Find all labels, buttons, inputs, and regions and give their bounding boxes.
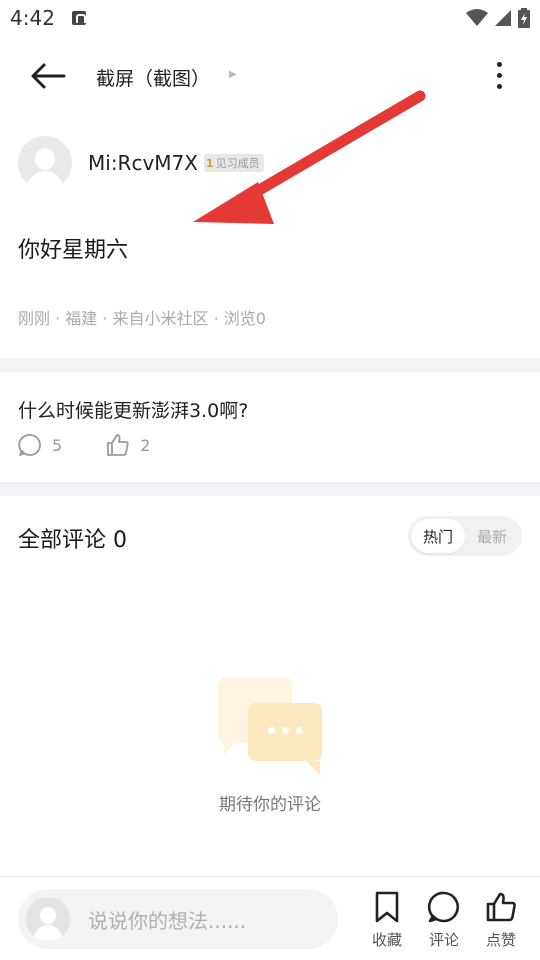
comment-placeholder: 说说你的想法......	[88, 908, 247, 933]
caret-right-icon: ▶	[229, 69, 237, 80]
arrow-left-icon	[31, 63, 66, 89]
like-button[interactable]: 点赞	[479, 891, 523, 950]
comment-icon	[18, 434, 41, 456]
a-notification-icon	[72, 11, 86, 25]
post-author: Mi:RcvM7X 1 见习成员	[18, 136, 264, 190]
more-dot	[496, 84, 502, 89]
related-post-title[interactable]: 什么时候能更新澎湃3.0啊?	[18, 396, 522, 423]
status-bar: 4:42	[0, 0, 540, 38]
avatar-body	[27, 171, 63, 190]
cell-signal-icon	[495, 10, 511, 26]
comment-icon	[427, 891, 460, 923]
avatar[interactable]	[18, 136, 72, 190]
app-bar: 截屏（截图） ▶	[0, 44, 540, 108]
user-avatar	[26, 897, 70, 941]
comment-label: 评论	[428, 931, 459, 949]
empty-comments-text: 期待你的评论	[219, 795, 321, 815]
back-button[interactable]	[28, 58, 68, 94]
post-meta: 刚刚 · 福建 · 来自小米社区 · 浏览0	[18, 309, 266, 328]
sort-hot-tab[interactable]: 热门	[411, 519, 465, 553]
like-label: 点赞	[485, 931, 516, 949]
comment-button[interactable]: 评论	[422, 891, 466, 950]
battery-icon	[518, 8, 530, 28]
related-post-stats: 5 2	[18, 433, 522, 457]
sort-new-tab[interactable]: 最新	[465, 519, 519, 553]
bookmark-button[interactable]: 收藏	[365, 891, 409, 950]
related-comment-stat[interactable]: 5	[18, 433, 62, 457]
wifi-icon	[466, 9, 488, 26]
page-title[interactable]: 截屏（截图）	[96, 64, 210, 91]
related-like-stat[interactable]: 2	[106, 433, 150, 457]
avatar-body	[34, 925, 62, 941]
sort-toggle: 热门 最新	[408, 516, 522, 556]
comment-input[interactable]: 说说你的想法......	[18, 889, 338, 949]
avatar-head	[40, 907, 56, 924]
comments-header: 全部评论 0	[18, 528, 127, 553]
thumbs-up-icon	[107, 434, 129, 456]
bookmark-label: 收藏	[371, 931, 402, 949]
thumbs-up-icon	[486, 892, 516, 922]
related-comment-count: 5	[52, 435, 63, 455]
more-dot	[496, 62, 502, 67]
more-dot	[496, 73, 502, 78]
post-content: 你好星期六	[18, 238, 129, 263]
related-like-count: 2	[140, 435, 151, 455]
section-divider	[0, 482, 540, 496]
status-icons	[466, 8, 530, 28]
avatar-head	[35, 148, 55, 170]
author-name[interactable]: Mi:RcvM7X	[88, 151, 198, 175]
badge-label: 见习成员	[215, 157, 260, 170]
member-badge: 1 见习成员	[203, 154, 264, 172]
bottom-bar: 说说你的想法...... 收藏 评论 点赞	[0, 876, 540, 960]
status-time: 4:42	[10, 6, 55, 30]
typing-dots	[268, 727, 303, 734]
bookmark-icon	[375, 891, 399, 923]
section-divider	[0, 358, 540, 372]
empty-comments-illustration	[216, 675, 326, 775]
more-button[interactable]	[494, 62, 504, 92]
badge-level: 1	[205, 156, 214, 170]
related-post[interactable]: 什么时候能更新澎湃3.0啊? 5 2	[18, 396, 522, 457]
